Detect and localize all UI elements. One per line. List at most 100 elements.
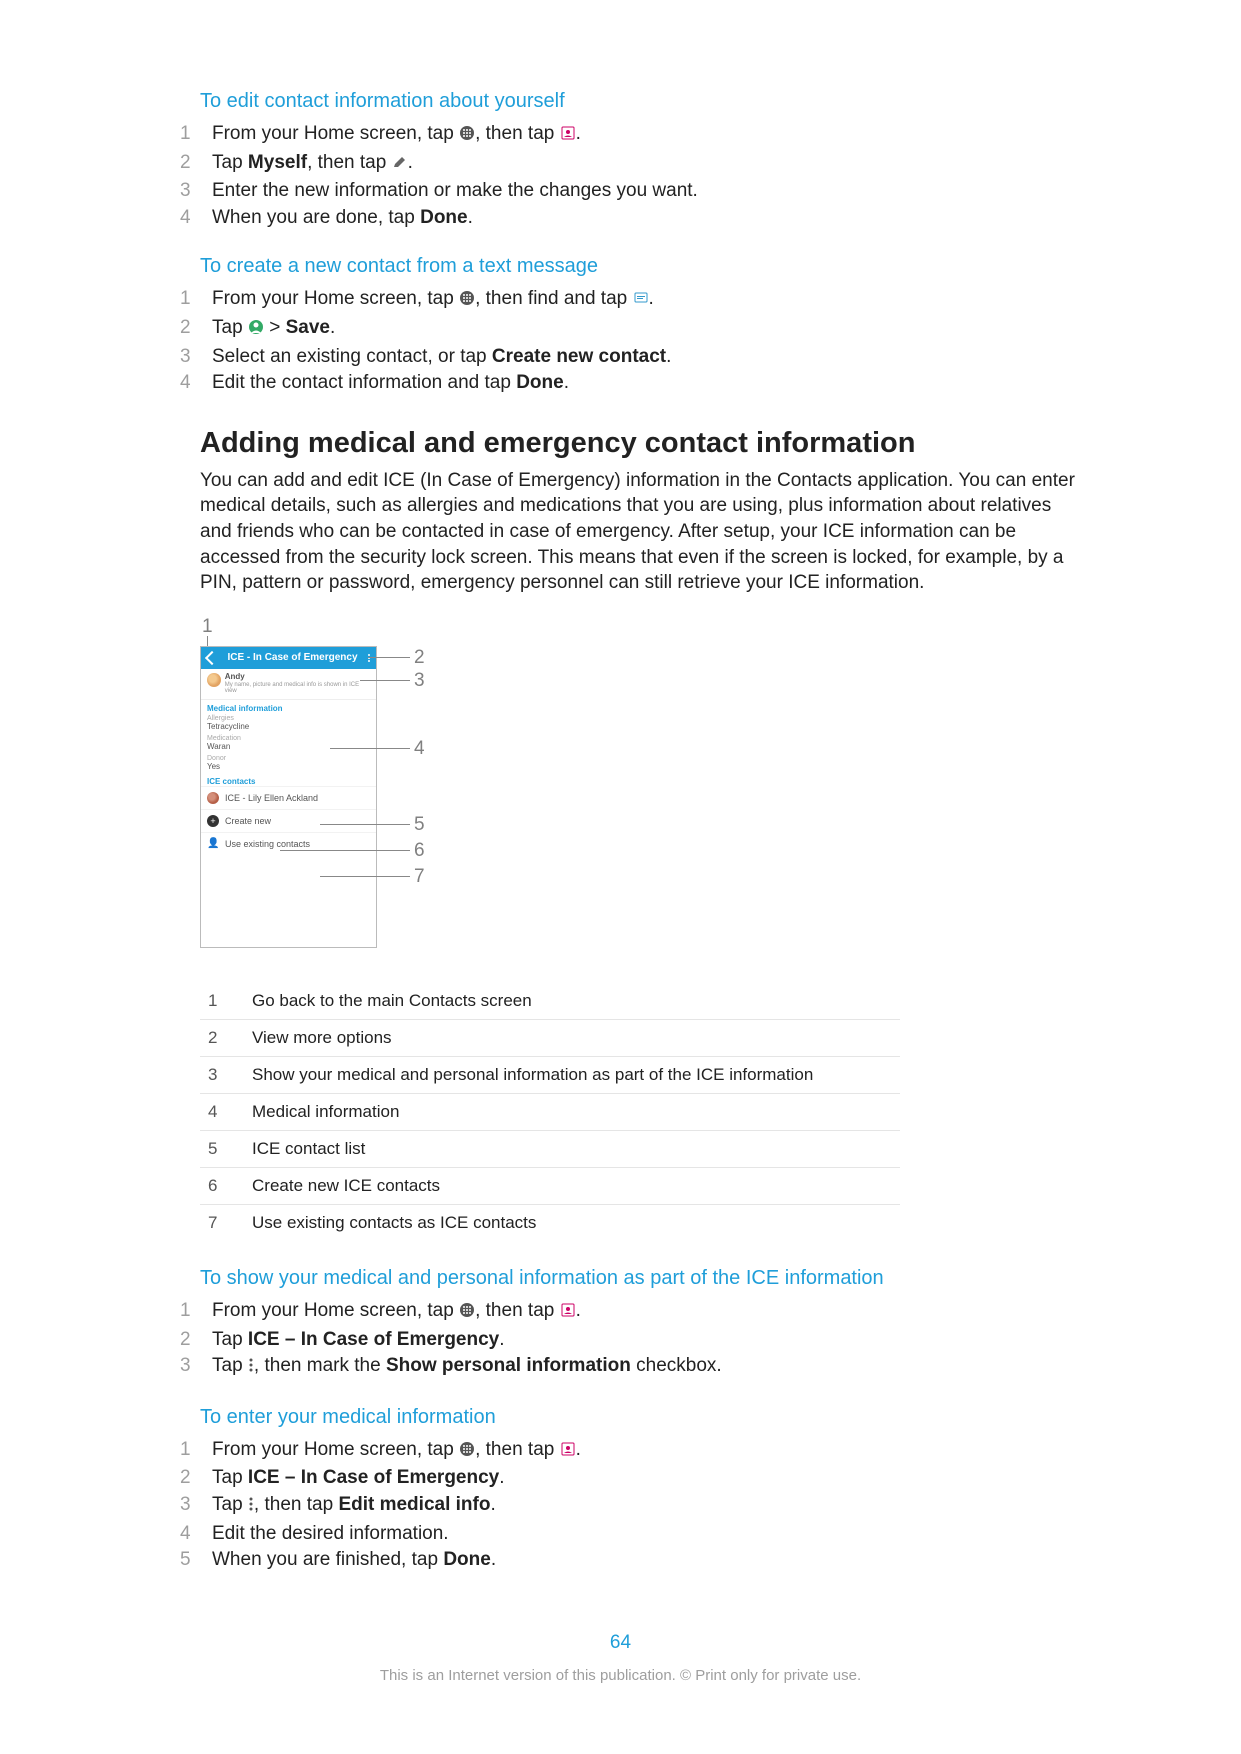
bold-text: Myself: [248, 152, 307, 173]
ice-diagram: 1 ICE - In Case of Emergency Andy My nam…: [200, 616, 1081, 953]
legend-desc: ICE contact list: [244, 1130, 900, 1167]
legend-desc: Create new ICE contacts: [244, 1167, 900, 1204]
use-existing-label: Use existing contacts: [225, 839, 310, 849]
kebab-icon: [248, 1355, 254, 1382]
callout-5-line: [320, 824, 410, 825]
apps-icon: [459, 123, 475, 150]
section1-title: To edit contact information about yourse…: [200, 90, 1081, 113]
legend-num: 5: [200, 1130, 244, 1167]
callout-7-line: [320, 876, 410, 877]
step-item: Tap , then tap Edit medical info.: [180, 1492, 1081, 1521]
step-item: Tap ICE – In Case of Emergency.: [180, 1465, 1081, 1492]
section3-steps: From your Home screen, tap , then tap .T…: [180, 1298, 1081, 1382]
legend-body: 1Go back to the main Contacts screen2Vie…: [200, 983, 900, 1241]
legend-row: 4Medical information: [200, 1093, 900, 1130]
main-heading: Adding medical and emergency contact inf…: [200, 427, 1081, 460]
legend-num: 6: [200, 1167, 244, 1204]
callout-6-line: [280, 850, 410, 851]
legend-desc: Go back to the main Contacts screen: [244, 983, 900, 1020]
allergies-label: Allergies: [207, 715, 370, 722]
step-item: When you are done, tap Done.: [180, 205, 1081, 232]
callout-7: 7: [414, 866, 425, 888]
step-item: Select an existing contact, or tap Creat…: [180, 344, 1081, 371]
legend-desc: Medical information: [244, 1093, 900, 1130]
donor-value: Yes: [207, 762, 370, 771]
phone-header: ICE - In Case of Emergency: [201, 647, 376, 669]
messaging-icon: [633, 288, 649, 315]
allergies-value: Tetracycline: [207, 722, 370, 731]
legend-num: 2: [200, 1019, 244, 1056]
callout-6: 6: [414, 840, 425, 862]
medication-value: Waran: [207, 742, 370, 751]
phone-user-row: Andy My name, picture and medical info i…: [201, 669, 376, 700]
user-name: Andy: [225, 673, 370, 682]
medication-label: Medication: [207, 735, 370, 742]
legend-num: 4: [200, 1093, 244, 1130]
legend-num: 1: [200, 983, 244, 1020]
phone-header-title: ICE - In Case of Emergency: [227, 647, 357, 669]
back-arrow-icon: [205, 651, 219, 665]
create-new-row: + Create new: [201, 809, 376, 832]
medication-field: Medication Waran: [201, 733, 376, 753]
step-item: Tap ICE – In Case of Emergency.: [180, 1327, 1081, 1354]
bold-text: Done: [420, 207, 468, 228]
legend-num: 7: [200, 1204, 244, 1241]
legend-row: 5ICE contact list: [200, 1130, 900, 1167]
avatar-icon: [248, 317, 264, 344]
callout-2: 2: [414, 647, 425, 669]
legend-desc: Show your medical and personal informati…: [244, 1056, 900, 1093]
step-item: Tap > Save.: [180, 315, 1081, 344]
ice-contact-avatar-icon: [207, 792, 219, 804]
ice-contact-name: ICE - Lily Ellen Ackland: [225, 793, 318, 803]
legend-num: 3: [200, 1056, 244, 1093]
content: To edit contact information about yourse…: [180, 90, 1081, 1574]
legend-row: 6Create new ICE contacts: [200, 1167, 900, 1204]
bold-text: Edit medical info: [338, 1494, 490, 1515]
plus-circle-icon: +: [207, 815, 219, 827]
user-name-block: Andy My name, picture and medical info i…: [225, 673, 370, 695]
phone-mock: ICE - In Case of Emergency Andy My name,…: [200, 646, 377, 948]
section2-steps: From your Home screen, tap , then find a…: [180, 286, 1081, 396]
ice-contact-row: ICE - Lily Ellen Ackland: [201, 786, 376, 809]
legend-row: 1Go back to the main Contacts screen: [200, 983, 900, 1020]
section4-steps: From your Home screen, tap , then tap .T…: [180, 1437, 1081, 1574]
legend-desc: Use existing contacts as ICE contacts: [244, 1204, 900, 1241]
bold-text: Done: [443, 1549, 491, 1570]
bold-text: Create new contact: [492, 346, 666, 367]
section2-title: To create a new contact from a text mess…: [200, 255, 1081, 278]
legend-table: 1Go back to the main Contacts screen2Vie…: [200, 983, 900, 1241]
bold-text: Done: [516, 372, 564, 393]
contact-icon: [560, 123, 576, 150]
step-item: Edit the contact information and tap Don…: [180, 370, 1081, 397]
section1-steps: From your Home screen, tap , then tap .T…: [180, 121, 1081, 231]
bold-text: Save: [286, 317, 330, 338]
diagram-inner: 1 ICE - In Case of Emergency Andy My nam…: [200, 616, 377, 948]
section4-title: To enter your medical information: [200, 1406, 1081, 1429]
callout-3-line: [360, 680, 410, 681]
step-item: Enter the new information or make the ch…: [180, 178, 1081, 205]
section3-title: To show your medical and personal inform…: [200, 1267, 1081, 1290]
callout-5: 5: [414, 814, 425, 836]
intro-paragraph: You can add and edit ICE (In Case of Eme…: [200, 468, 1081, 596]
step-item: Tap , then mark the Show personal inform…: [180, 1353, 1081, 1382]
step-item: Tap Myself, then tap .: [180, 150, 1081, 179]
medinfo-title: Medical information: [201, 700, 376, 713]
bold-text: ICE – In Case of Emergency: [248, 1329, 499, 1350]
edit-icon: [392, 152, 408, 179]
apps-icon: [459, 1300, 475, 1327]
callout-4: 4: [414, 738, 425, 760]
person-plus-icon: 👤: [207, 838, 219, 850]
step-item: Edit the desired information.: [180, 1521, 1081, 1548]
callout-4-line: [330, 748, 410, 749]
callout-1: 1: [202, 616, 213, 638]
legend-row: 3Show your medical and personal informat…: [200, 1056, 900, 1093]
contact-icon: [560, 1439, 576, 1466]
callout-3: 3: [414, 670, 425, 692]
apps-icon: [459, 288, 475, 315]
step-item: From your Home screen, tap , then tap .: [180, 121, 1081, 150]
user-sub: My name, picture and medical info is sho…: [225, 682, 370, 695]
footer-note: This is an Internet version of this publ…: [0, 1667, 1241, 1684]
legend-desc: View more options: [244, 1019, 900, 1056]
page-number: 64: [0, 1632, 1241, 1654]
ice-contacts-title: ICE contacts: [201, 773, 376, 786]
